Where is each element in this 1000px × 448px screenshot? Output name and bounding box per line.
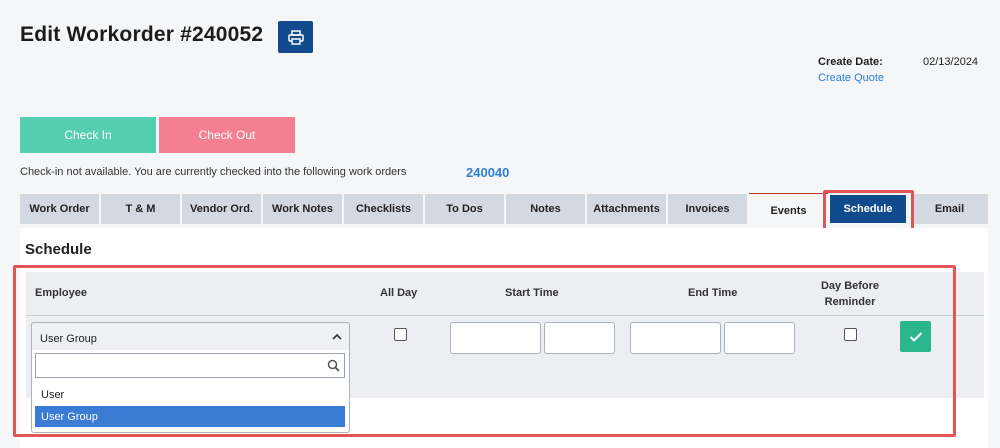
chevron-up-icon: [332, 333, 342, 340]
employee-select-value: User Group: [40, 332, 97, 345]
schedule-section-title: Schedule: [25, 241, 92, 258]
employee-column-header: Employee: [35, 287, 87, 299]
tab-vendor-orders[interactable]: Vendor Ord.: [182, 194, 261, 224]
printer-icon: [287, 29, 304, 45]
reminder-header-line2: Reminder: [824, 296, 876, 308]
check-out-button[interactable]: Check Out: [159, 117, 295, 153]
start-date-input[interactable]: [450, 322, 541, 354]
save-schedule-button[interactable]: [900, 321, 931, 352]
create-date-label: Create Date:: [818, 56, 883, 68]
tab-bar: Work Order T & M Vendor Ord. Work Notes …: [20, 193, 988, 225]
create-quote-link[interactable]: Create Quote: [818, 72, 884, 84]
start-time-column-header: Start Time: [505, 287, 559, 299]
checked-in-workorder-link[interactable]: 240040: [466, 165, 509, 180]
dropdown-option-user-group[interactable]: User Group: [35, 406, 345, 427]
create-date-value: 02/13/2024: [923, 56, 979, 68]
dropdown-option-user[interactable]: User: [35, 384, 345, 405]
tab-attachments[interactable]: Attachments: [587, 194, 666, 224]
checkmark-icon: [909, 331, 922, 342]
all-day-column-header: All Day: [380, 287, 418, 299]
day-before-reminder-checkbox[interactable]: [844, 328, 857, 341]
checkin-status-message: Check-in not available. You are currentl…: [20, 166, 407, 178]
end-date-input[interactable]: [630, 322, 721, 354]
reminder-header-line1: Day Before: [820, 280, 880, 292]
all-day-checkbox[interactable]: [394, 328, 407, 341]
tab-work-order[interactable]: Work Order: [20, 194, 99, 224]
tab-events[interactable]: Events: [749, 193, 828, 225]
tab-work-notes[interactable]: Work Notes: [263, 194, 342, 224]
tab-checklists[interactable]: Checklists: [344, 194, 423, 224]
search-icon: [327, 359, 340, 372]
tab-notes[interactable]: Notes: [506, 194, 585, 224]
tab-invoices[interactable]: Invoices: [668, 194, 747, 224]
employee-search-input[interactable]: [35, 353, 345, 378]
tab-t-and-m[interactable]: T & M: [101, 194, 180, 224]
tab-schedule[interactable]: Schedule: [830, 195, 906, 223]
page-title: Edit Workorder #240052: [20, 23, 264, 46]
tab-email[interactable]: Email: [911, 194, 988, 224]
print-button[interactable]: [278, 21, 313, 53]
end-time-column-header: End Time: [688, 287, 738, 299]
end-time-input[interactable]: [724, 322, 795, 354]
tab-to-dos[interactable]: To Dos: [425, 194, 504, 224]
check-in-button[interactable]: Check In: [20, 117, 156, 153]
reminder-column-header: Day Before Reminder: [805, 278, 895, 310]
start-time-input[interactable]: [544, 322, 615, 354]
